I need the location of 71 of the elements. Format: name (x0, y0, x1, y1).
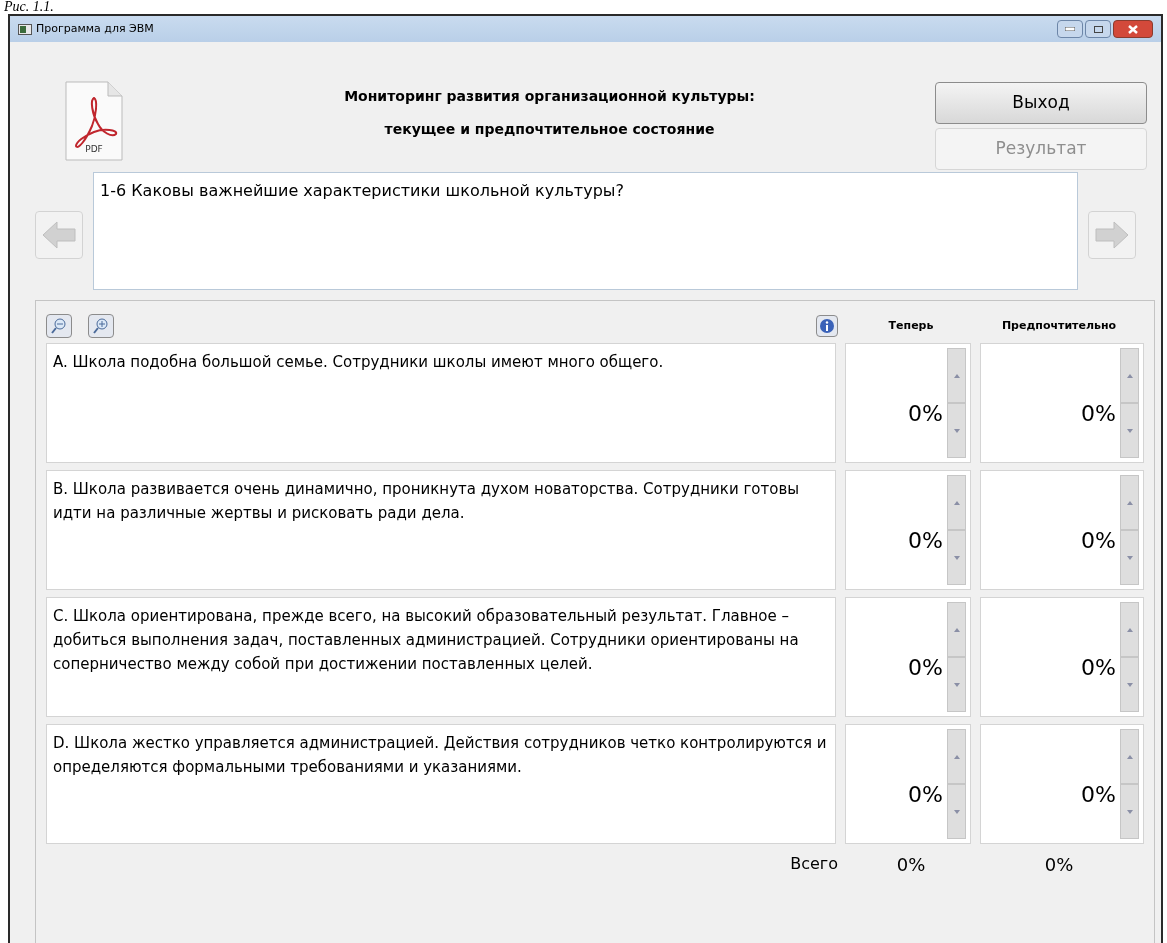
maximize-button[interactable] (1085, 20, 1111, 38)
decrement-button[interactable] (947, 657, 966, 712)
pdf-icon: PDF (64, 80, 124, 162)
up-caret-icon (953, 373, 960, 378)
increment-button[interactable] (947, 602, 966, 657)
total-label: Всего (790, 853, 838, 875)
close-button[interactable] (1113, 20, 1153, 38)
up-caret-icon (1126, 373, 1133, 378)
down-caret-icon (953, 555, 960, 560)
down-caret-icon (953, 428, 960, 433)
decrement-button[interactable] (947, 403, 966, 458)
percent-spinbox[interactable]: 0% (845, 470, 971, 590)
up-caret-icon (953, 500, 960, 505)
question-field[interactable]: 1-6 Каковы важнейшие характеристики школьной культуры? (93, 172, 1078, 290)
decrement-button[interactable] (1120, 530, 1139, 585)
increment-button[interactable] (1120, 602, 1139, 657)
total-value: 0% (896, 852, 926, 877)
statement-cell: D. Школа жестко управляется администрацией. Действия сотрудников четко контролируются и определяются формальными требованиями и указаниями. (46, 724, 836, 844)
header-title: Мониторинг развития организационной культуры: (344, 87, 755, 106)
down-caret-icon (953, 809, 960, 814)
decrement-button[interactable] (947, 530, 966, 585)
total-value: 0% (1044, 852, 1074, 877)
window-title: Программа для ЭВМ (36, 20, 154, 37)
left-arrow-icon (41, 220, 77, 250)
statement-cell: C. Школа ориентирована, прежде всего, на высокий образовательный результат. Главное – добиться выполнения задач, поставленных администрацией. Сотрудники ориентированы на соперничество между собой при достижении поставленных целей. (46, 597, 836, 717)
decrement-button[interactable] (1120, 403, 1139, 458)
column-header: Предпочтительно (1001, 317, 1117, 334)
up-caret-icon (1126, 500, 1133, 505)
info-icon (819, 318, 835, 334)
decrement-button[interactable] (1120, 784, 1139, 839)
minimize-icon (1065, 27, 1075, 31)
zoom-in-button[interactable] (88, 314, 114, 338)
info-button[interactable] (816, 315, 838, 337)
increment-button[interactable] (947, 475, 966, 530)
column-header: Теперь (888, 317, 934, 334)
statement-cell: A. Школа подобна большой семье. Сотрудники школы имеют много общего. (46, 343, 836, 463)
increment-button[interactable] (947, 729, 966, 784)
down-caret-icon (1126, 428, 1133, 433)
down-caret-icon (1126, 682, 1133, 687)
down-caret-icon (953, 682, 960, 687)
increment-button[interactable] (1120, 475, 1139, 530)
percent-spinbox[interactable]: 0% (980, 597, 1144, 717)
minimize-button[interactable] (1057, 20, 1083, 38)
up-caret-icon (1126, 754, 1133, 759)
right-arrow-icon (1094, 220, 1130, 250)
increment-button[interactable] (1120, 348, 1139, 403)
percent-spinbox[interactable]: 0% (845, 724, 971, 844)
zoom-out-icon (51, 318, 67, 334)
figure-caption: Рис. 1.1. (4, 0, 54, 14)
statement-cell: B. Школа развивается очень динамично, проникнута духом новаторства. Сотрудники готовы идти на различные жертвы и рисковать ради дела. (46, 470, 836, 590)
up-caret-icon (1126, 627, 1133, 632)
increment-button[interactable] (1120, 729, 1139, 784)
percent-spinbox[interactable]: 0% (845, 597, 971, 717)
app-icon (18, 23, 32, 35)
up-caret-icon (953, 754, 960, 759)
down-caret-icon (1126, 555, 1133, 560)
percent-spinbox[interactable]: 0% (980, 343, 1144, 463)
down-caret-icon (1126, 809, 1133, 814)
percent-spinbox[interactable]: 0% (845, 343, 971, 463)
maximize-icon (1093, 25, 1103, 33)
decrement-button[interactable] (947, 784, 966, 839)
zoom-out-button[interactable] (46, 314, 72, 338)
zoom-in-icon (93, 318, 109, 334)
increment-button[interactable] (947, 348, 966, 403)
percent-spinbox[interactable]: 0% (980, 470, 1144, 590)
decrement-button[interactable] (1120, 657, 1139, 712)
close-icon (1128, 24, 1138, 34)
header-title: текущее и предпочтительное состояние (384, 120, 715, 139)
percent-spinbox[interactable]: 0% (980, 724, 1144, 844)
action-button[interactable]: Выход (935, 82, 1147, 124)
up-caret-icon (953, 627, 960, 632)
